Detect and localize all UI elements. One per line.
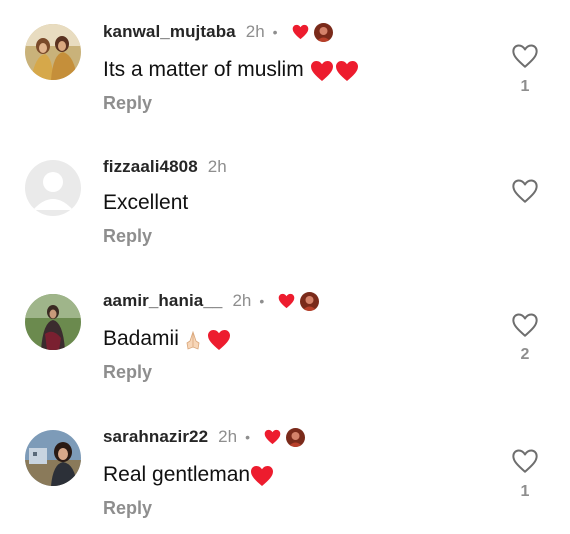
comment-text: Its a matter of muslim: [103, 56, 358, 84]
creator-avatar: [285, 427, 305, 447]
comment-meta: aamir_hania__ 2h •: [103, 289, 320, 313]
comment-timestamp: 2h: [207, 157, 227, 176]
folded-hands-icon: [182, 329, 204, 350]
red-heart-icon: [310, 60, 333, 81]
red-heart-icon: [250, 465, 274, 486]
comment-meta: kanwal_mujtaba 2h •: [103, 20, 333, 44]
reply-button[interactable]: Reply: [103, 362, 152, 383]
like-count: 2: [520, 346, 530, 363]
comment-meta: sarahnazir22 2h •: [103, 425, 305, 449]
comment-text-content: Badamii: [103, 327, 179, 350]
comment-text-content: Excellent: [103, 191, 189, 214]
reply-button[interactable]: Reply: [103, 93, 152, 114]
like-count: 1: [520, 78, 530, 95]
comment-text-content: Real gentleman: [103, 463, 251, 486]
comment-text-content: Its a matter of muslim: [103, 58, 304, 81]
comment-username[interactable]: aamir_hania__: [103, 291, 222, 311]
comment-timestamp: 2h: [245, 22, 265, 41]
user-avatar[interactable]: [25, 294, 81, 350]
creator-avatar: [313, 22, 333, 42]
user-avatar[interactable]: [25, 160, 81, 216]
heart-outline-icon[interactable]: [511, 312, 539, 338]
user-avatar[interactable]: [25, 430, 81, 486]
comment-username[interactable]: kanwal_mujtaba: [103, 22, 236, 42]
reply-button[interactable]: Reply: [103, 226, 152, 247]
creator-liked-heart-icon: [292, 24, 309, 40]
comment-username[interactable]: fizzaali4808: [103, 157, 198, 177]
red-heart-icon: [335, 60, 358, 81]
red-heart-icon: [207, 329, 230, 350]
like-count: 1: [520, 483, 530, 500]
creator-liked-heart-icon: [264, 429, 281, 445]
heart-outline-icon[interactable]: [511, 448, 539, 474]
comment-timestamp: 2h: [218, 427, 238, 446]
meta-separator: •: [259, 293, 265, 309]
heart-outline-icon[interactable]: [511, 178, 539, 204]
comment-text: Real gentleman: [103, 461, 274, 489]
meta-separator: •: [272, 24, 278, 40]
creator-avatar: [300, 291, 320, 311]
user-avatar[interactable]: [25, 24, 81, 80]
meta-separator: •: [245, 429, 250, 445]
creator-liked-heart-icon: [278, 293, 295, 309]
heart-outline-icon[interactable]: [511, 43, 539, 69]
comment-text: Excellent: [103, 189, 188, 217]
comment-username[interactable]: sarahnazir22: [103, 427, 208, 447]
comment-timestamp: 2h: [232, 291, 252, 310]
comment-text: Badamii: [103, 325, 230, 353]
comment-meta: fizzaali4808 2h: [103, 155, 227, 179]
reply-button[interactable]: Reply: [103, 498, 152, 519]
